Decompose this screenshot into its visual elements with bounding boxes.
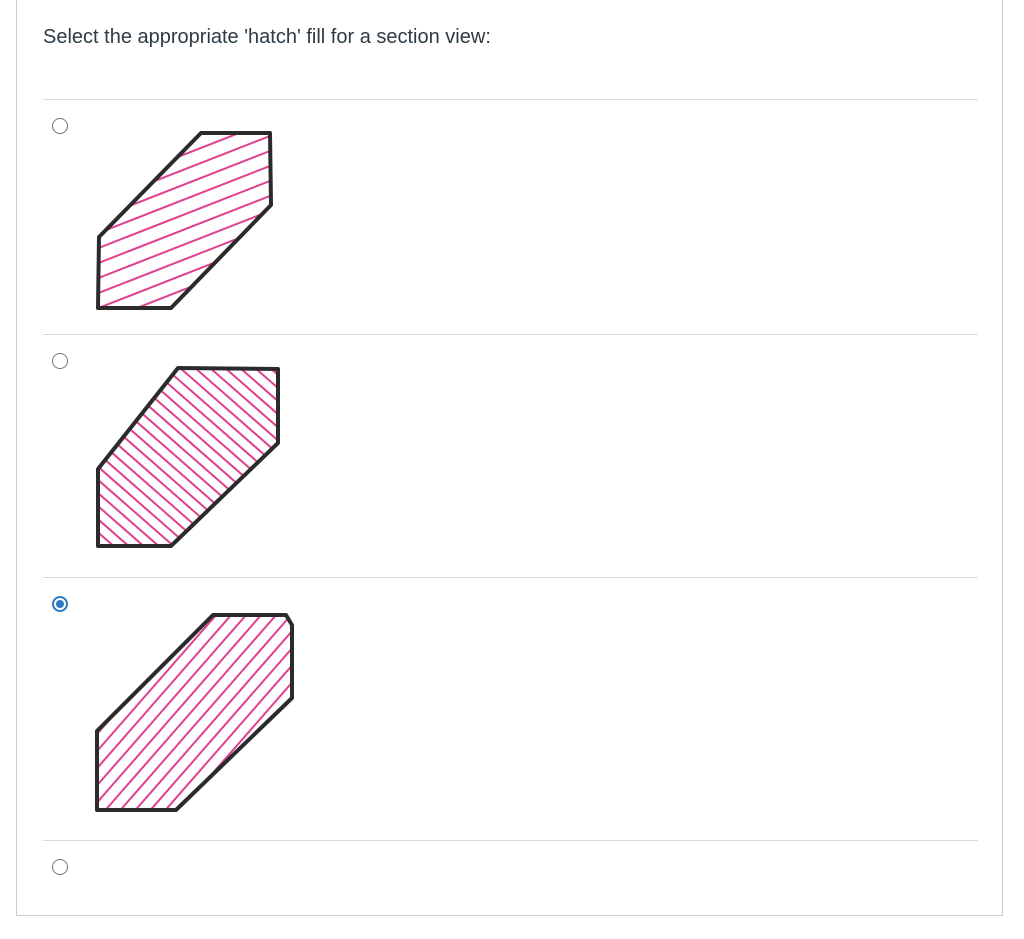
radio-button-option-2[interactable]	[52, 353, 68, 369]
answer-list	[43, 99, 978, 916]
answer-option-4[interactable]	[43, 840, 978, 916]
hatch-shape-option-2	[96, 366, 280, 548]
radio-button-option-3-selected[interactable]	[52, 596, 68, 612]
hatch-shape-option-1	[96, 131, 273, 310]
radio-button-option-1[interactable]	[52, 118, 68, 134]
answer-option-3[interactable]	[43, 577, 978, 840]
radio-button-option-4[interactable]	[52, 859, 68, 875]
answer-option-2[interactable]	[43, 334, 978, 577]
question-text: Select the appropriate 'hatch' fill for …	[43, 26, 491, 48]
answer-option-1[interactable]	[43, 99, 978, 334]
hatch-shape-option-3	[95, 613, 294, 812]
